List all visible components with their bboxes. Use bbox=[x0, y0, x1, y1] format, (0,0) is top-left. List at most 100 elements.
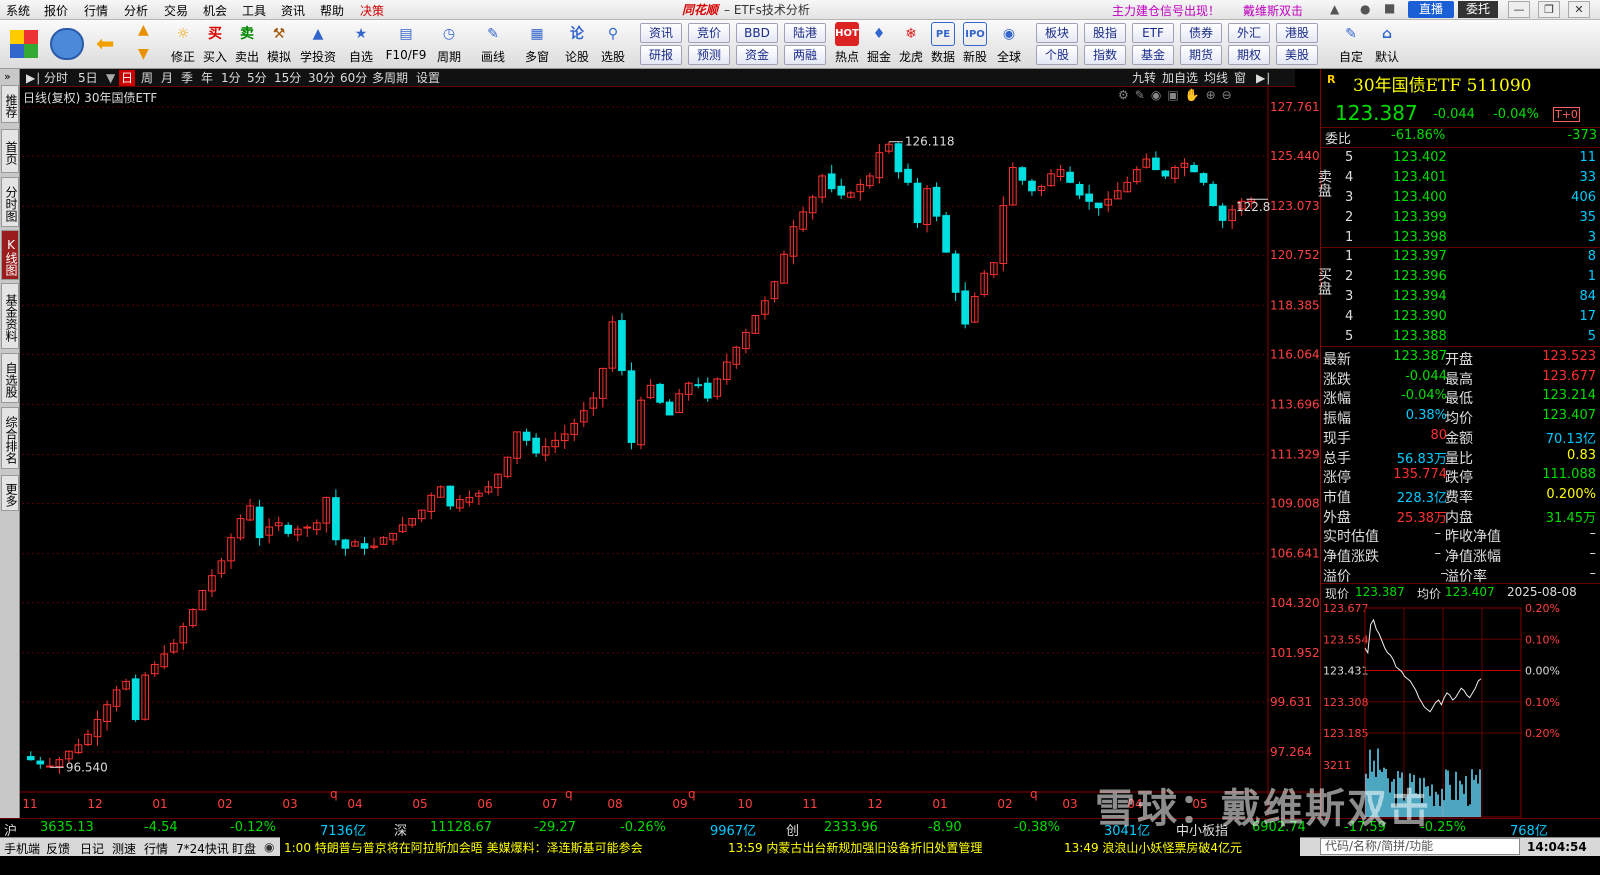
tab-year[interactable]: 年 bbox=[199, 70, 215, 86]
menu-news[interactable]: 资讯 bbox=[281, 2, 305, 19]
menu-decision[interactable]: 决策 bbox=[360, 2, 384, 19]
tab-timeshare[interactable]: 分时图 bbox=[1, 177, 19, 227]
hk-stocks-button[interactable]: 港股 bbox=[1276, 23, 1318, 43]
news-item-3[interactable]: 13:49 浪浪山小妖怪票房破4亿元 bbox=[1064, 839, 1242, 856]
tab-day[interactable]: 日 bbox=[119, 70, 136, 86]
tab-watchlist[interactable]: 自选股 bbox=[1, 353, 19, 403]
kline-chart[interactable]: 127.761 125.440 123.073 120.752 118.385 116.0… bbox=[20, 87, 1320, 818]
menu-tools[interactable]: 工具 bbox=[242, 2, 266, 19]
tab-60min[interactable]: 60分 bbox=[338, 70, 369, 86]
dropdown-icon[interactable]: ▼ bbox=[104, 70, 117, 86]
indices-button[interactable]: 指数 bbox=[1084, 45, 1126, 65]
status-monitor[interactable]: 盯盘 bbox=[232, 840, 256, 857]
ad-link-1[interactable]: 主力建仓信号出现！ bbox=[1112, 2, 1220, 19]
minimize-button[interactable]: — bbox=[1508, 1, 1530, 18]
status-market[interactable]: 行情 bbox=[144, 840, 168, 857]
futures-button[interactable]: 期货 bbox=[1180, 45, 1222, 65]
sell-button[interactable]: 卖卖出 bbox=[230, 22, 264, 67]
data-button[interactable]: PE 数据 bbox=[926, 22, 960, 67]
research-button[interactable]: 研报 bbox=[640, 45, 682, 65]
menu-market[interactable]: 行情 bbox=[84, 2, 108, 19]
app-logo-icon[interactable] bbox=[10, 30, 38, 58]
tab-home[interactable]: 首页 bbox=[1, 129, 19, 173]
tab-more[interactable]: 更多 bbox=[1, 475, 19, 511]
funds-button[interactable]: 基金 bbox=[1132, 45, 1174, 65]
tab-month[interactable]: 月 bbox=[159, 70, 175, 86]
tab-5min[interactable]: 5分 bbox=[245, 70, 269, 86]
options-button[interactable]: 期权 bbox=[1228, 45, 1270, 65]
code-search-input[interactable]: 代码/名称/简拼/功能 bbox=[1320, 838, 1520, 855]
play-icon[interactable]: ▶∣ bbox=[24, 70, 43, 86]
global-button[interactable]: ◉ 全球 bbox=[992, 22, 1026, 67]
menu-system[interactable]: 系统 bbox=[6, 2, 30, 19]
draw-button[interactable]: ✎ 画线 bbox=[476, 22, 510, 67]
tab-intraday[interactable]: 分时 bbox=[42, 70, 70, 86]
tab-week[interactable]: 周 bbox=[139, 70, 155, 86]
collapse-icon[interactable]: ▶∣ bbox=[1254, 70, 1273, 86]
tab-ranking[interactable]: 综合排名 bbox=[1, 407, 19, 469]
btn-ma[interactable]: 均线 bbox=[1202, 70, 1230, 86]
us-stocks-button[interactable]: 美股 bbox=[1276, 45, 1318, 65]
up-arrow-icon[interactable]: ▲ bbox=[138, 22, 149, 38]
tab-30min[interactable]: 30分 bbox=[306, 70, 337, 86]
ad-link-2[interactable]: 戴维斯双击 bbox=[1243, 2, 1303, 19]
hk-connect-button[interactable]: 陆港 bbox=[784, 23, 826, 43]
user-icon[interactable]: ● bbox=[1360, 2, 1370, 16]
auction-button[interactable]: 竞价 bbox=[688, 23, 730, 43]
bell-icon[interactable]: ▲ bbox=[1330, 2, 1339, 16]
news-item-1[interactable]: 1:00 特朗普与普京将在阿拉斯加会晤 美媒爆料：泽连斯基可能参会 bbox=[284, 839, 643, 856]
menu-help[interactable]: 帮助 bbox=[320, 2, 344, 19]
status-feedback[interactable]: 反馈 bbox=[46, 840, 70, 857]
tab-multi-period[interactable]: 多周期 bbox=[370, 70, 410, 86]
live-button[interactable]: 直播 bbox=[1408, 1, 1454, 18]
tab-15min[interactable]: 15分 bbox=[272, 70, 303, 86]
dragon-tiger-button[interactable]: ❄ 龙虎 bbox=[894, 22, 928, 67]
tab-settings[interactable]: 设置 bbox=[414, 70, 442, 86]
hotspot-button[interactable]: HOT 热点 bbox=[830, 22, 864, 67]
default-button[interactable]: ⌂ 默认 bbox=[1370, 22, 1404, 67]
ipo-button[interactable]: IPO 新股 bbox=[958, 22, 992, 67]
margin-button[interactable]: 两融 bbox=[784, 45, 826, 65]
news-button[interactable]: 资讯 bbox=[640, 23, 682, 43]
status-diary[interactable]: 日记 bbox=[80, 840, 104, 857]
forum-button[interactable]: 论论股 bbox=[560, 22, 594, 67]
menu-trade[interactable]: 交易 bbox=[164, 2, 188, 19]
custom-button[interactable]: ✎ 自定 bbox=[1334, 22, 1368, 67]
index-futures-button[interactable]: 股指 bbox=[1084, 23, 1126, 43]
news-item-2[interactable]: 13:59 内蒙古出台新规加强旧设备折旧处置管理 bbox=[728, 839, 982, 856]
btn-window[interactable]: 窗 bbox=[1232, 70, 1248, 86]
forex-button[interactable]: 外汇 bbox=[1228, 23, 1270, 43]
expand-icon[interactable]: » bbox=[4, 70, 11, 83]
tab-kline[interactable]: K线图 bbox=[1, 230, 19, 280]
speaker-icon[interactable]: ◉ bbox=[264, 840, 274, 854]
tab-5day[interactable]: 5日 bbox=[76, 70, 100, 86]
multiwindow-button[interactable]: ▦ 多窗 bbox=[520, 22, 554, 67]
tab-quarter[interactable]: 季 bbox=[179, 70, 195, 86]
menu-quote[interactable]: 报价 bbox=[44, 2, 68, 19]
learn-button[interactable]: ▲ 学投资 bbox=[298, 22, 338, 67]
bbd-button[interactable]: BBD bbox=[736, 23, 778, 43]
status-flash[interactable]: 7*24快讯 bbox=[176, 840, 229, 857]
restore-button[interactable]: ❐ bbox=[1538, 1, 1560, 18]
tab-1min[interactable]: 1分 bbox=[219, 70, 243, 86]
bonds-button[interactable]: 债券 bbox=[1180, 23, 1222, 43]
fund-flow-button[interactable]: 资金 bbox=[736, 45, 778, 65]
tab-fund-info[interactable]: 基金资料 bbox=[1, 283, 19, 349]
watchlist-button[interactable]: ★ 自选 bbox=[344, 22, 378, 67]
fix-button[interactable]: ☼ 修正 bbox=[166, 22, 200, 67]
buy-button[interactable]: 买买入 bbox=[198, 22, 232, 67]
assistant-robot-icon[interactable] bbox=[50, 28, 84, 60]
simulate-button[interactable]: ⚒ 模拟 bbox=[262, 22, 296, 67]
menu-opportunity[interactable]: 机会 bbox=[203, 2, 227, 19]
sh-value[interactable]: 3635.13 bbox=[40, 820, 94, 835]
close-button[interactable]: ✕ bbox=[1568, 1, 1590, 18]
commission-button[interactable]: 委托 bbox=[1458, 1, 1498, 18]
back-arrow-icon[interactable]: ⬅ bbox=[96, 32, 114, 57]
skin-icon[interactable]: ■ bbox=[1384, 1, 1395, 15]
f10-button[interactable]: ▤ F10/F9 bbox=[384, 22, 428, 67]
btn-nine-turn[interactable]: 九转 bbox=[1130, 70, 1158, 86]
btn-add-watchlist[interactable]: 加自选 bbox=[1160, 70, 1200, 86]
period-button[interactable]: ◷ 周期 bbox=[432, 22, 466, 67]
status-mobile[interactable]: 手机端 bbox=[4, 840, 40, 857]
screener-button[interactable]: ⚲ 选股 bbox=[596, 22, 630, 67]
